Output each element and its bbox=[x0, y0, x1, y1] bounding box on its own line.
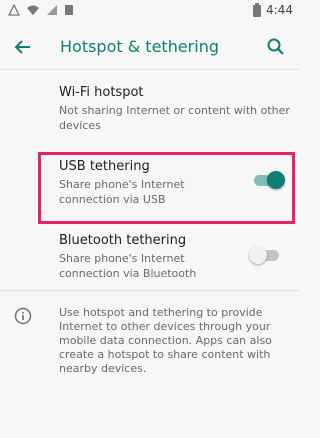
usb-tethering-subtitle: Share phone's Internet connection via US… bbox=[59, 178, 185, 206]
info-description: Use hotspot and tethering to provide Int… bbox=[59, 306, 272, 375]
wifi-hotspot-subtitle: Not sharing Internet or content with oth… bbox=[59, 104, 290, 132]
wifi-hotspot-item[interactable]: Wi-Fi hotspot Not sharing Internet or co… bbox=[59, 84, 291, 133]
app-bar: Hotspot & tethering bbox=[0, 24, 299, 70]
status-icons-left bbox=[8, 4, 74, 16]
status-icons-right: 4:44 bbox=[253, 3, 293, 17]
status-time: 4:44 bbox=[266, 3, 293, 17]
usb-tethering-item[interactable]: USB tethering Share phone's Internet con… bbox=[59, 158, 234, 207]
bluetooth-tethering-subtitle: Share phone's Internet connection via Bl… bbox=[59, 252, 197, 280]
wifi-icon bbox=[27, 5, 39, 15]
search-icon[interactable] bbox=[263, 34, 289, 60]
bluetooth-tethering-toggle[interactable] bbox=[249, 245, 279, 265]
toggle-thumb bbox=[249, 246, 267, 264]
usb-tethering-toggle[interactable] bbox=[254, 170, 285, 190]
info-icon bbox=[14, 307, 32, 325]
divider bbox=[0, 290, 299, 291]
usb-tethering-title: USB tethering bbox=[59, 159, 150, 174]
bluetooth-tethering-item[interactable]: Bluetooth tethering Share phone's Intern… bbox=[59, 232, 234, 281]
wifi-hotspot-title: Wi-Fi hotspot bbox=[59, 85, 144, 100]
toggle-thumb bbox=[267, 171, 285, 189]
bluetooth-tethering-title: Bluetooth tethering bbox=[59, 233, 187, 248]
back-arrow-icon[interactable] bbox=[10, 34, 36, 60]
status-bar: 4:44 bbox=[0, 0, 299, 24]
notification-icon bbox=[8, 4, 20, 16]
sim-icon bbox=[65, 5, 73, 15]
signal-icon bbox=[47, 5, 57, 15]
page-title: Hotspot & tethering bbox=[60, 37, 219, 56]
battery-icon bbox=[253, 3, 262, 17]
